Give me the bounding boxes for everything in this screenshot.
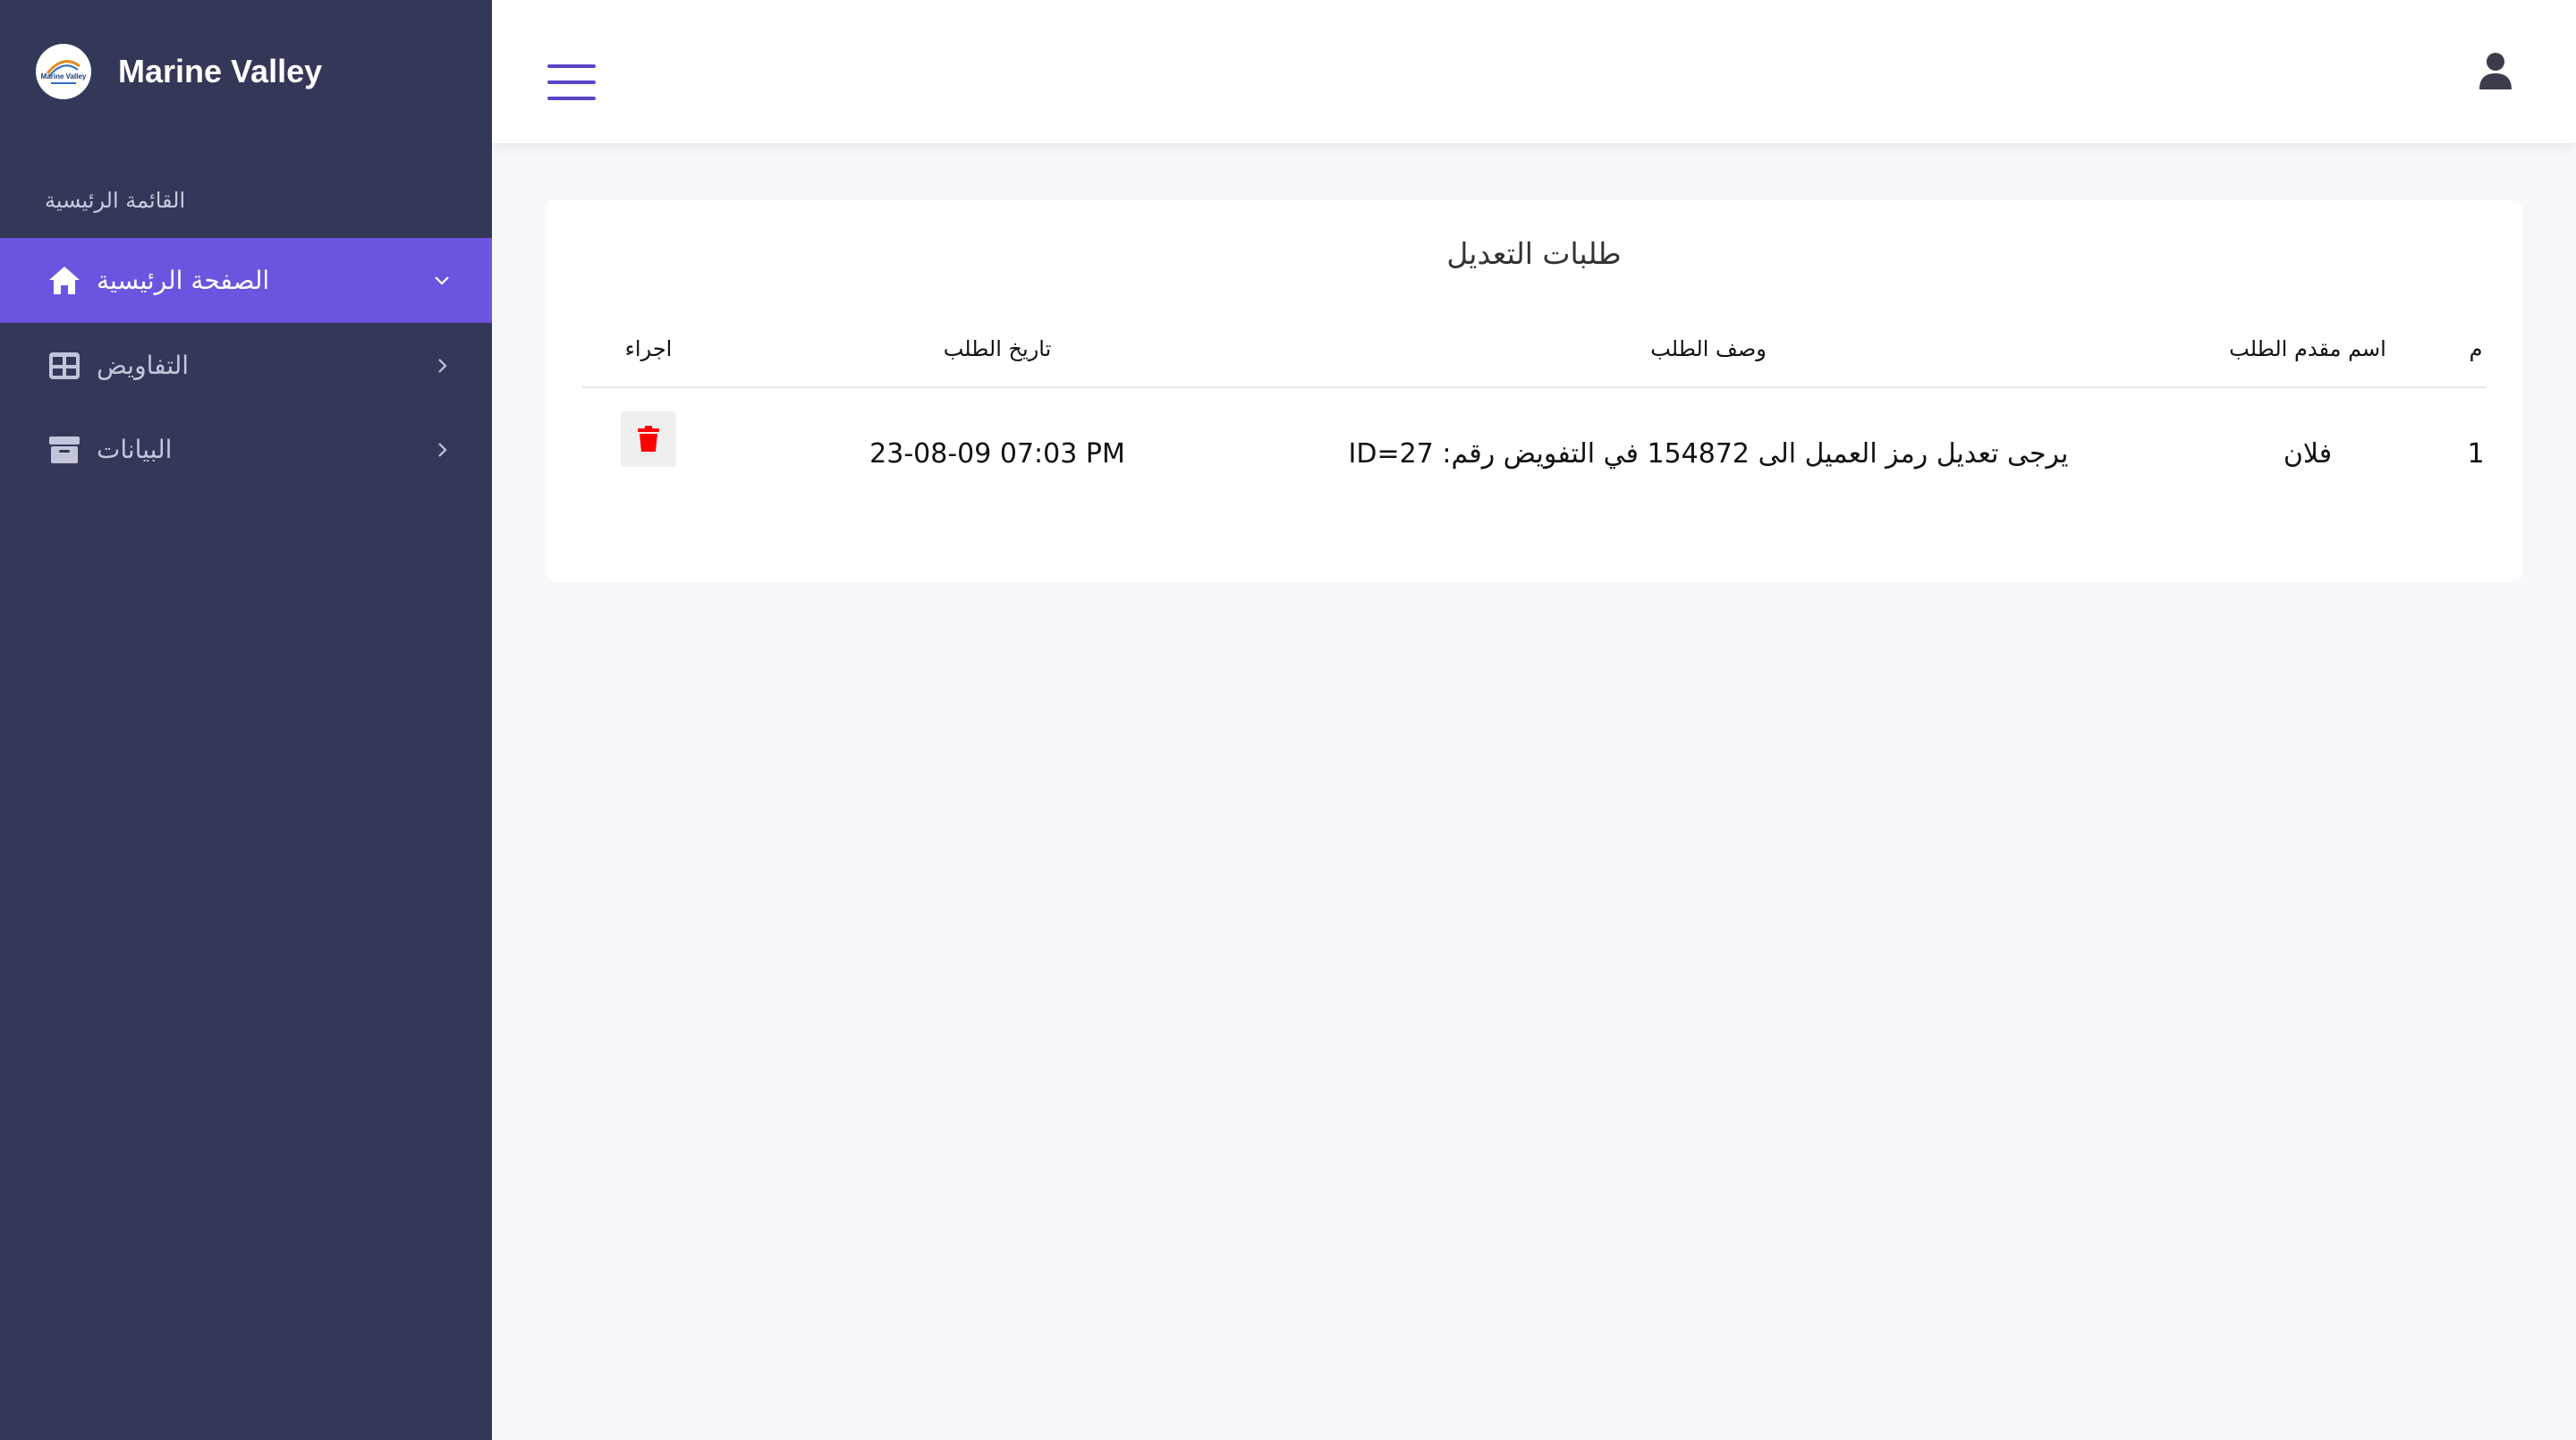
top-bar [492,0,2576,143]
cell-date: 23-08-09 07:03 PM [869,438,1125,470]
logo-text: Marine Valley [41,72,87,80]
sidebar-item-label: البيانات [97,435,173,464]
sidebar-item-home[interactable]: الصفحة الرئيسية [0,238,492,323]
chevron-right-icon [431,439,453,461]
brand-name: Marine Valley [118,53,323,89]
hamburger-icon[interactable] [547,64,596,102]
delete-button[interactable] [621,411,676,467]
sidebar-item-authorizations[interactable]: التفاويض [0,323,492,408]
brand-logo: Marine Valley [36,44,91,99]
chevron-right-icon [431,355,453,377]
table-divider [581,386,2487,388]
sidebar-item-label: الصفحة الرئيسية [97,266,270,295]
column-header-description: وصف الطلب [1650,336,1767,361]
table-icon [45,346,84,385]
archive-icon [45,430,84,470]
sidebar-item-label: التفاويض [97,351,190,380]
user-icon[interactable] [2478,52,2513,91]
page-title: طلبات التعديل [1446,236,1622,271]
cell-index: 1 [2467,438,2485,470]
logo-icon: Marine Valley [41,60,87,84]
cell-applicant: فلان [2283,438,2333,470]
column-header-date: تاريخ الطلب [943,336,1052,361]
chevron-down-icon [431,270,453,292]
sidebar-item-data[interactable]: البيانات [0,407,492,492]
trash-icon [638,426,659,452]
column-header-action: اجراء [624,336,673,361]
cell-description: يرجى تعديل رمز العميل الى 154872 في التف… [1348,438,2069,470]
brand[interactable]: Marine Valley Marine Valley [0,0,492,143]
sidebar: Marine Valley Marine Valley القائمة الرئ… [0,0,492,1440]
column-header-applicant: اسم مقدم الطلب [2229,336,2386,361]
column-header-index: م [2469,336,2483,361]
edit-requests-card: طلبات التعديل م اسم مقدم الطلب وصف الطلب… [546,200,2522,581]
home-icon [45,261,84,301]
sidebar-section-label: القائمة الرئيسية [45,188,186,213]
